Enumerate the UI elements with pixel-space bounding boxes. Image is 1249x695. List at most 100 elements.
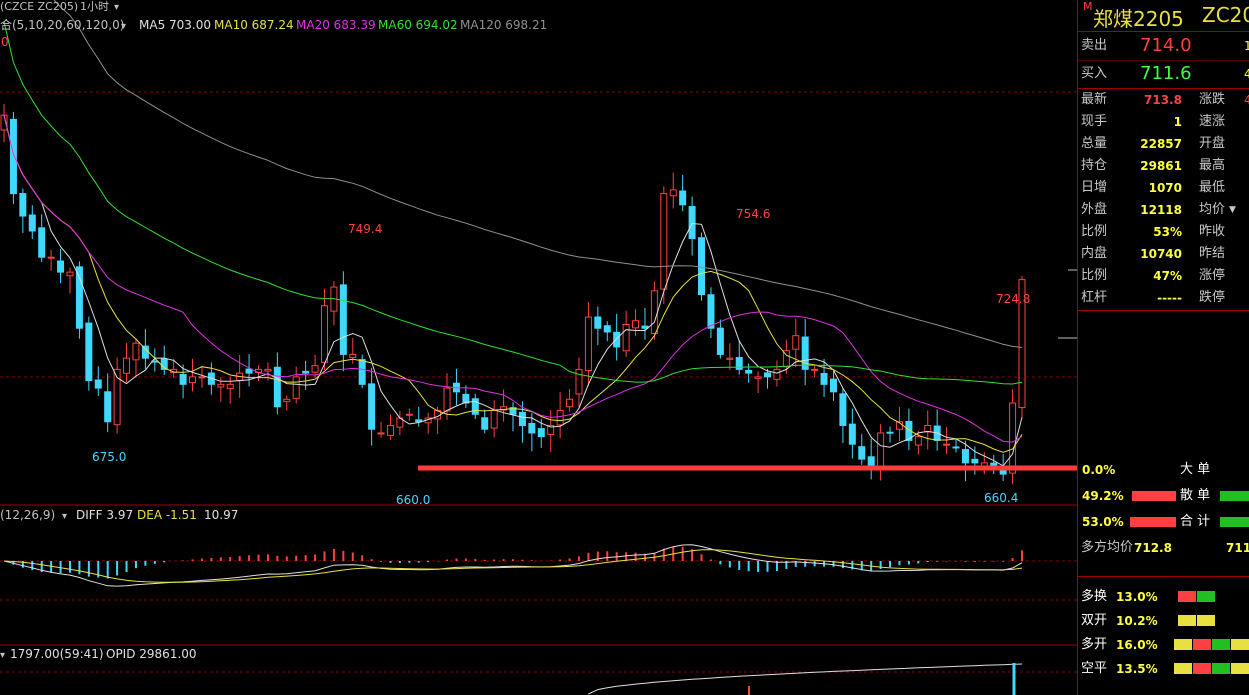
candle <box>594 306 602 346</box>
order-flow-row: 49.2% 散 单 <box>1078 485 1249 507</box>
instrument-code: ZC20 <box>1202 3 1249 27</box>
period-selector[interactable]: 1小时 <box>80 0 109 13</box>
candle <box>820 358 828 397</box>
low-label-2: 660.0 <box>396 493 430 507</box>
candle <box>566 388 574 412</box>
candle <box>829 371 837 401</box>
candle <box>745 363 753 383</box>
candle <box>622 310 630 358</box>
candle <box>273 352 281 415</box>
candle <box>57 248 65 284</box>
macd-value: 10.97 <box>204 508 238 522</box>
ma-line-ma60 <box>3 21 1023 385</box>
candle <box>547 409 555 452</box>
macd-label: (12,26,9) <box>0 508 55 522</box>
candle <box>961 440 969 482</box>
sell-row: 卖出 714.0 1 <box>1081 35 1249 56</box>
candle <box>19 188 27 233</box>
quote-row: 现手 1 速涨 <box>1081 114 1226 129</box>
candle <box>66 267 74 294</box>
ma120-legend: MA120 698.21 <box>460 18 547 32</box>
period-dropdown-icon[interactable]: ▾ <box>114 2 119 13</box>
buy-row: 买入 711.6 4 <box>1081 63 1249 84</box>
candle <box>358 354 366 389</box>
candle <box>226 376 234 404</box>
diff-legend: DIFF 3.97 <box>76 508 133 522</box>
chevron-down-icon[interactable]: ▼ <box>1229 199 1236 221</box>
candle <box>283 395 291 411</box>
candle <box>716 319 724 359</box>
candle <box>104 373 112 433</box>
avg-price-row: 多方均价 712.8 711 <box>1081 540 1249 555</box>
instrument-name: 郑煤2205 <box>1093 7 1184 31</box>
candle <box>584 302 592 387</box>
candle <box>471 393 479 420</box>
opid-legend: OPID 29861.00 <box>106 647 197 661</box>
quote-row: 外盘 12118 均价 ▼ <box>1078 199 1249 221</box>
candle <box>198 365 206 388</box>
candle <box>735 340 743 375</box>
candle <box>754 371 762 393</box>
candle <box>85 316 93 391</box>
candle <box>38 214 46 263</box>
candle <box>801 319 809 386</box>
opi-dropdown-icon[interactable]: ▾ <box>0 650 5 661</box>
dea-legend: DEA -1.51 <box>137 508 197 522</box>
buy-price: 711.6 <box>1140 63 1192 84</box>
candle <box>811 364 819 378</box>
ma-indicator-label: 合(5,10,20,60,120,0) <box>0 17 124 32</box>
trade-type-row: 多换 13.0% <box>1078 586 1249 608</box>
candle <box>933 409 941 451</box>
candle <box>839 387 847 443</box>
ma-line-ma10 <box>3 114 1023 453</box>
m-tag: M <box>1083 0 1093 13</box>
order-flow-row: 0.0% 大 单 <box>1082 462 1211 477</box>
candle <box>669 172 677 209</box>
quote-panel: M 郑煤2205 ZC20 卖出 714.0 1 买入 711.6 4 最新 71… <box>1077 0 1249 695</box>
candle <box>386 414 394 441</box>
candle <box>415 406 423 427</box>
candle <box>123 342 131 383</box>
candle <box>905 408 913 450</box>
sell-price: 714.0 <box>1140 35 1192 56</box>
low-label-3: 660.4 <box>984 491 1018 505</box>
candle <box>509 402 517 432</box>
macd-dropdown-icon[interactable]: ▾ <box>62 511 67 522</box>
trade-type-row: 空平 13.5% <box>1078 658 1249 680</box>
ma20-legend: MA20 683.39 <box>296 18 376 32</box>
quote-row: 最新 713.8 涨跌 4 <box>1081 92 1249 107</box>
candle <box>462 385 470 408</box>
opi-line <box>588 663 1023 695</box>
candle <box>632 309 640 337</box>
quote-row: 内盘 10740 昨结 <box>1081 246 1226 261</box>
candle <box>556 391 564 439</box>
ma-dropdown-icon[interactable]: ▾ <box>121 21 126 32</box>
price-chart[interactable]: 0 合(5,10,20,60,120,0) ▾ MA5 703.00 MA10 … <box>0 0 1077 695</box>
candle <box>160 345 168 376</box>
candle <box>782 339 790 374</box>
high-label-1: 749.4 <box>348 222 382 236</box>
ma5-legend: MA5 703.00 <box>139 18 211 32</box>
grid-lines <box>0 91 1077 673</box>
candle <box>924 410 932 450</box>
quote-row: 总量 22857 开盘 <box>1081 136 1226 151</box>
candle <box>867 438 875 480</box>
candle <box>452 368 460 406</box>
opi-volume: 1797.00(59:41) <box>10 647 104 661</box>
candle <box>688 196 696 256</box>
candle <box>47 249 55 271</box>
low-label-1: 675.0 <box>92 450 126 464</box>
candle <box>330 281 338 326</box>
candle <box>707 287 715 338</box>
candle <box>490 400 498 438</box>
candle <box>368 367 376 446</box>
candle <box>28 205 36 239</box>
ma60-legend: MA60 694.02 <box>378 18 458 32</box>
candle <box>320 288 328 371</box>
quote-row: 日增 1070 最低 <box>1081 180 1226 195</box>
quote-row: 比例 53% 昨收 <box>1081 224 1226 239</box>
ma10-legend: MA10 687.24 <box>214 18 294 32</box>
candle <box>575 357 583 408</box>
candle <box>132 338 140 378</box>
symbol-code: (CZCE ZC205) <box>0 0 78 13</box>
